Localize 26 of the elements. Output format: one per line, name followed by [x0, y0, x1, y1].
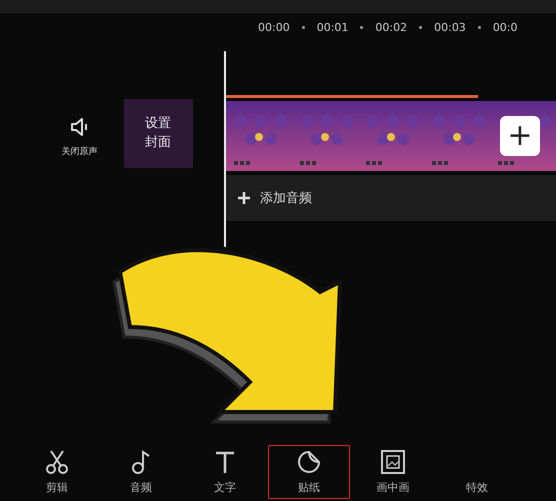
tick-dot	[302, 26, 305, 28]
picture-in-picture-icon	[381, 450, 405, 474]
plus-icon	[238, 192, 250, 204]
mute-button[interactable]: 关闭原声	[62, 99, 98, 158]
toolbar-item[interactable]: 剪辑	[16, 445, 98, 499]
toolbar-item[interactable]: 画中画	[352, 445, 434, 499]
sticker-icon	[297, 450, 321, 474]
text-icon	[214, 450, 236, 474]
time-label: 00:02	[375, 20, 408, 34]
tick-dot	[478, 26, 481, 28]
tick-dot	[360, 26, 364, 28]
toolbar-item[interactable]: 贴纸	[268, 445, 350, 499]
playhead[interactable]	[224, 51, 226, 247]
toolbar-item[interactable]: 文字	[184, 445, 266, 499]
tick-dot	[419, 26, 422, 28]
toolbar-item[interactable]: 音频	[100, 445, 182, 499]
add-audio-button[interactable]: 添加音频	[226, 175, 556, 221]
cover-button[interactable]: 设置封面	[124, 99, 193, 168]
scissors-icon	[44, 450, 70, 474]
time-label: 00:03	[434, 20, 466, 34]
time-label: 00:00	[258, 20, 290, 34]
time-label: 00:0	[492, 20, 518, 34]
music-note-icon	[130, 450, 152, 474]
toolbar-item[interactable]: 特效	[436, 445, 518, 499]
time-label: 00:01	[316, 20, 348, 34]
add-clip-button[interactable]: +	[500, 116, 540, 156]
